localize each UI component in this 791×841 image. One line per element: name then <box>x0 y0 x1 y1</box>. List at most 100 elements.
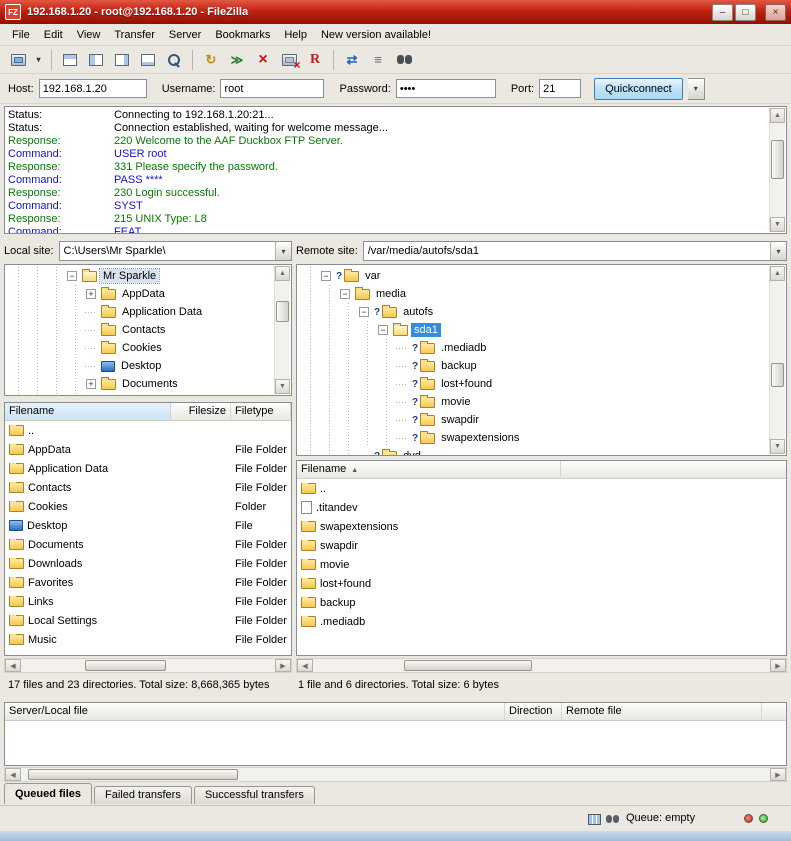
column-header-direction[interactable]: Direction <box>505 703 562 720</box>
tree-label[interactable]: Mr Sparkle <box>100 269 159 283</box>
scroll-down-icon[interactable]: ▼ <box>770 439 785 454</box>
filter-icon[interactable] <box>162 49 186 71</box>
menu-item-help[interactable]: Help <box>277 26 314 44</box>
tree-node[interactable]: ?backup <box>301 357 786 375</box>
tree-expander[interactable]: + <box>85 393 101 396</box>
file-row[interactable]: FavoritesFile Folder <box>5 573 291 592</box>
log-scrollbar[interactable]: ▲▼ <box>769 108 785 232</box>
remote-site-combo[interactable]: /var/media/autofs/sda1 ▾ <box>363 241 787 261</box>
scroll-left-icon[interactable]: ◀ <box>5 768 21 781</box>
tree-node[interactable]: Desktop <box>9 357 291 375</box>
scroll-thumb[interactable] <box>771 363 784 387</box>
tree-node[interactable]: −?autofs <box>301 303 786 321</box>
cancel-icon[interactable]: × <box>251 49 275 71</box>
column-header-filetype[interactable]: Filetype <box>231 403 291 420</box>
menu-item-bookmarks[interactable]: Bookmarks <box>208 26 277 44</box>
tree-expander[interactable]: − <box>66 267 82 285</box>
file-row[interactable]: .. <box>5 421 291 440</box>
toggle-remote-tree-icon[interactable] <box>110 49 134 71</box>
tree-node[interactable]: − media <box>301 285 786 303</box>
file-row[interactable]: swapextensions <box>297 517 786 536</box>
tree-label[interactable]: movie <box>438 395 473 409</box>
scroll-right-icon[interactable]: ▶ <box>275 659 291 672</box>
tree-label[interactable]: lost+found <box>438 377 495 391</box>
tree-node[interactable]: + AppData <box>9 285 291 303</box>
tree-node[interactable]: Contacts <box>9 321 291 339</box>
quickconnect-button[interactable]: Quickconnect <box>594 78 683 100</box>
scroll-right-icon[interactable]: ▶ <box>770 768 786 781</box>
column-header-filesize[interactable]: Filesize <box>171 403 231 420</box>
site-manager-icon[interactable] <box>6 49 30 71</box>
password-input[interactable] <box>396 79 496 98</box>
tree-expander[interactable]: − <box>377 321 393 339</box>
tree-expander[interactable]: − <box>320 267 336 285</box>
window-resize-edge[interactable] <box>0 831 791 841</box>
file-row[interactable]: backup <box>297 593 786 612</box>
menu-item-new-version-available[interactable]: New version available! <box>314 26 438 44</box>
scroll-thumb[interactable] <box>28 769 238 780</box>
tree-node[interactable]: ?dvd <box>301 447 786 456</box>
site-manager-dropdown-icon[interactable]: ▾ <box>32 49 45 71</box>
tree-expander[interactable]: − <box>339 285 355 303</box>
file-row[interactable]: DesktopFile <box>5 516 291 535</box>
tree-label[interactable]: swapdir <box>438 413 482 427</box>
local-tree-scrollbar[interactable]: ▲▼ <box>274 266 290 394</box>
remote-list-hscrollbar[interactable]: ◀▶ <box>296 658 787 673</box>
remote-tree-scrollbar[interactable]: ▲▼ <box>769 266 785 454</box>
tree-label[interactable]: Contacts <box>119 323 168 337</box>
minimize-button[interactable]: – <box>712 4 733 21</box>
port-input[interactable] <box>539 79 581 98</box>
tree-expander[interactable]: + <box>85 285 101 303</box>
file-row[interactable]: lost+found <box>297 574 786 593</box>
tree-label[interactable]: Application Data <box>119 305 205 319</box>
tab-failed-transfers[interactable]: Failed transfers <box>94 786 192 804</box>
tree-node[interactable]: + Downloads <box>9 393 291 396</box>
tree-label[interactable]: swapextensions <box>438 431 522 445</box>
tree-label[interactable]: AppData <box>119 287 168 301</box>
menu-item-edit[interactable]: Edit <box>37 26 70 44</box>
tree-label[interactable]: sda1 <box>411 323 441 337</box>
tree-label[interactable]: Documents <box>119 377 181 391</box>
tree-label[interactable]: Downloads <box>119 395 179 396</box>
scroll-up-icon[interactable]: ▲ <box>770 108 785 123</box>
column-header-filename[interactable]: Filename▲ <box>297 461 561 478</box>
scroll-up-icon[interactable]: ▲ <box>770 266 785 281</box>
tree-label[interactable]: Cookies <box>119 341 165 355</box>
maximize-button[interactable]: □ <box>735 4 756 21</box>
tree-label[interactable]: dvd <box>400 449 424 456</box>
file-row[interactable]: Application DataFile Folder <box>5 459 291 478</box>
file-row[interactable]: ContactsFile Folder <box>5 478 291 497</box>
toggle-local-tree-icon[interactable] <box>84 49 108 71</box>
reconnect-icon[interactable]: R <box>303 49 327 71</box>
file-row[interactable]: AppDataFile Folder <box>5 440 291 459</box>
combo-dropdown-icon[interactable]: ▾ <box>770 242 786 260</box>
tree-label[interactable]: media <box>373 287 409 301</box>
file-row[interactable]: MusicFile Folder <box>5 630 291 649</box>
tree-label[interactable]: autofs <box>400 305 436 319</box>
file-row[interactable]: Local SettingsFile Folder <box>5 611 291 630</box>
file-row[interactable]: LinksFile Folder <box>5 592 291 611</box>
tree-expander[interactable]: − <box>358 303 374 321</box>
refresh-icon[interactable]: ↻ <box>199 49 223 71</box>
synchronized-browsing-icon[interactable]: ≡ <box>366 49 390 71</box>
scroll-thumb[interactable] <box>276 301 289 323</box>
file-row[interactable]: DownloadsFile Folder <box>5 554 291 573</box>
file-row[interactable]: DocumentsFile Folder <box>5 535 291 554</box>
column-header-remote-file[interactable]: Remote file <box>562 703 762 720</box>
file-row[interactable]: .titandev <box>297 498 786 517</box>
tree-node[interactable]: ?.mediadb <box>301 339 786 357</box>
scroll-right-icon[interactable]: ▶ <box>770 659 786 672</box>
tab-queued-files[interactable]: Queued files <box>4 783 92 804</box>
tab-successful-transfers[interactable]: Successful transfers <box>194 786 315 804</box>
column-header-server-local-file[interactable]: Server/Local file <box>5 703 505 720</box>
tree-node[interactable]: Application Data <box>9 303 291 321</box>
queue-hscrollbar[interactable]: ◀▶ <box>4 767 787 782</box>
username-input[interactable] <box>220 79 324 98</box>
scroll-left-icon[interactable]: ◀ <box>5 659 21 672</box>
scroll-up-icon[interactable]: ▲ <box>275 266 290 281</box>
scroll-down-icon[interactable]: ▼ <box>275 379 290 394</box>
find-files-icon[interactable] <box>392 49 416 71</box>
menu-item-view[interactable]: View <box>70 26 108 44</box>
column-header-filename[interactable]: Filename <box>5 403 171 420</box>
tree-node[interactable]: ?swapdir <box>301 411 786 429</box>
